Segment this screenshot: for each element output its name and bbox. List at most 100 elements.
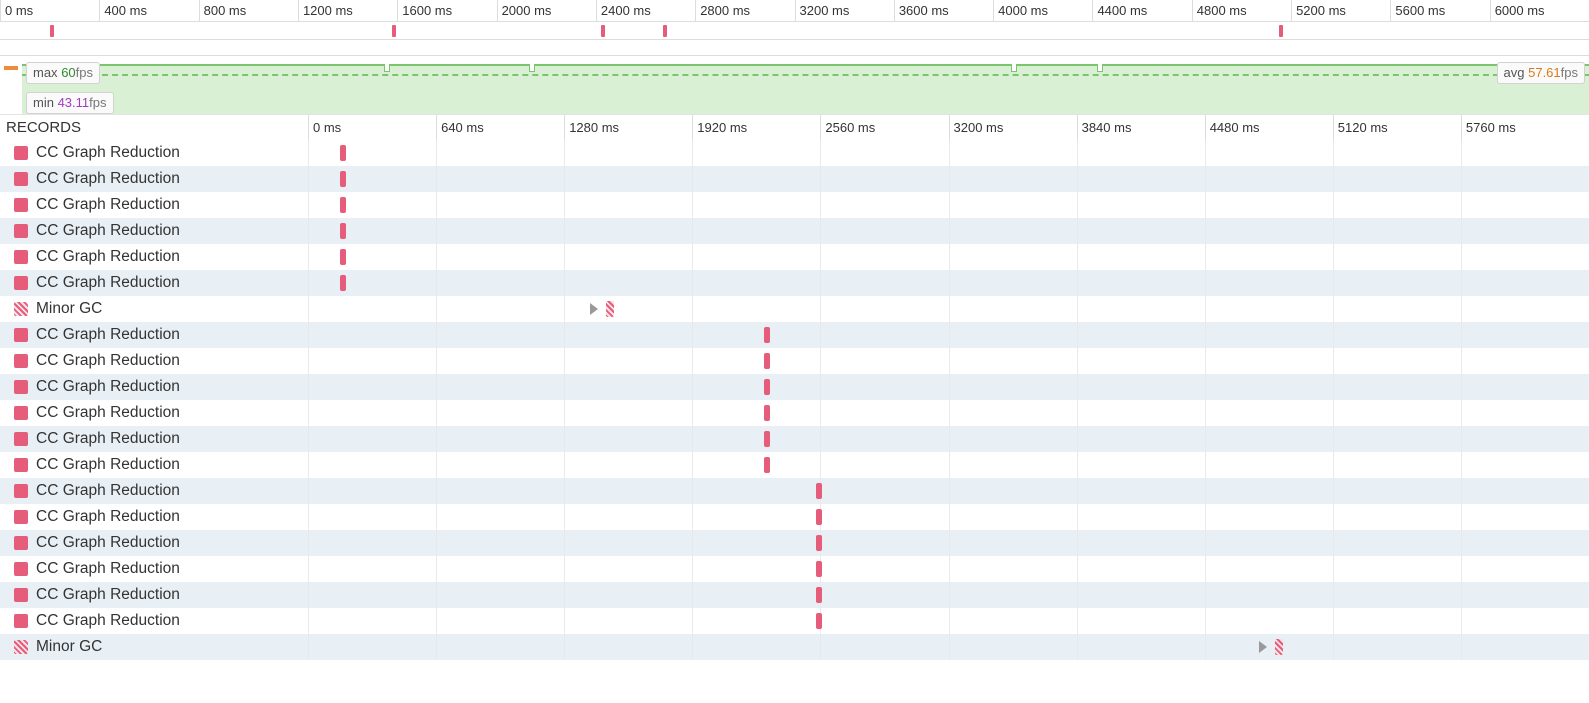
- waterfall-ruler-tick: 5760 ms: [1461, 115, 1516, 140]
- record-marker[interactable]: [340, 249, 346, 265]
- record-marker[interactable]: [816, 613, 822, 629]
- record-row[interactable]: CC Graph Reduction: [0, 218, 1589, 244]
- record-marker[interactable]: [764, 431, 770, 447]
- record-row[interactable]: CC Graph Reduction: [0, 322, 1589, 348]
- record-label: Minor GC: [36, 300, 102, 318]
- overview-ruler-tick: 1200 ms: [298, 0, 353, 21]
- waterfall-ruler[interactable]: 0 ms640 ms1280 ms1920 ms2560 ms3200 ms38…: [308, 115, 1589, 140]
- record-label: CC Graph Reduction: [36, 612, 180, 630]
- overview-ruler-tick: 2400 ms: [596, 0, 651, 21]
- record-timeline[interactable]: [308, 452, 1589, 478]
- record-row[interactable]: CC Graph Reduction: [0, 582, 1589, 608]
- record-label: CC Graph Reduction: [36, 144, 180, 162]
- record-marker[interactable]: [340, 223, 346, 239]
- record-row[interactable]: CC Graph Reduction: [0, 166, 1589, 192]
- record-row[interactable]: CC Graph Reduction: [0, 530, 1589, 556]
- record-marker[interactable]: [340, 197, 346, 213]
- record-label-cell: CC Graph Reduction: [0, 560, 308, 578]
- waterfall[interactable]: CC Graph ReductionCC Graph ReductionCC G…: [0, 140, 1589, 660]
- overview-marker-strip[interactable]: [0, 22, 1589, 40]
- record-row[interactable]: CC Graph Reduction: [0, 608, 1589, 634]
- overview-ruler-tick: 4400 ms: [1092, 0, 1147, 21]
- record-timeline[interactable]: [308, 140, 1589, 166]
- record-timeline[interactable]: [308, 530, 1589, 556]
- record-row[interactable]: CC Graph Reduction: [0, 426, 1589, 452]
- record-row[interactable]: Minor GC: [0, 296, 1589, 322]
- overview-ruler-tick: 0 ms: [0, 0, 33, 21]
- record-timeline[interactable]: [308, 478, 1589, 504]
- record-row[interactable]: CC Graph Reduction: [0, 374, 1589, 400]
- framerate-max-unit: fps: [76, 65, 93, 80]
- record-timeline[interactable]: [308, 322, 1589, 348]
- framerate-avg-badge: avg 57.61fps: [1497, 62, 1585, 84]
- record-timeline[interactable]: [308, 504, 1589, 530]
- record-row[interactable]: CC Graph Reduction: [0, 452, 1589, 478]
- overview-ruler-tick: 400 ms: [99, 0, 147, 21]
- overview-marker[interactable]: [601, 25, 605, 37]
- record-swatch-icon: [14, 380, 28, 394]
- record-timeline[interactable]: [308, 608, 1589, 634]
- record-marker[interactable]: [816, 561, 822, 577]
- record-timeline[interactable]: [308, 582, 1589, 608]
- waterfall-ruler-tick: 2560 ms: [820, 115, 875, 140]
- record-timeline[interactable]: [308, 166, 1589, 192]
- record-marker[interactable]: [816, 509, 822, 525]
- framerate-min-value: 43.11: [58, 95, 90, 110]
- record-marker[interactable]: [764, 379, 770, 395]
- expand-triangle-icon[interactable]: [590, 303, 598, 315]
- record-row[interactable]: CC Graph Reduction: [0, 348, 1589, 374]
- overview-ruler-tick: 6000 ms: [1490, 0, 1545, 21]
- record-marker[interactable]: [764, 405, 770, 421]
- overview-marker[interactable]: [1279, 25, 1283, 37]
- framerate-avg-line: [22, 74, 1589, 76]
- record-marker[interactable]: [606, 301, 614, 317]
- record-label: CC Graph Reduction: [36, 196, 180, 214]
- record-marker[interactable]: [340, 275, 346, 291]
- overview-marker[interactable]: [663, 25, 667, 37]
- record-row[interactable]: Minor GC: [0, 634, 1589, 660]
- record-marker[interactable]: [816, 483, 822, 499]
- record-timeline[interactable]: [308, 296, 1589, 322]
- record-row[interactable]: CC Graph Reduction: [0, 556, 1589, 582]
- record-row[interactable]: CC Graph Reduction: [0, 244, 1589, 270]
- record-label-cell: CC Graph Reduction: [0, 222, 308, 240]
- record-row[interactable]: CC Graph Reduction: [0, 140, 1589, 166]
- record-swatch-icon: [14, 172, 28, 186]
- record-marker[interactable]: [764, 457, 770, 473]
- framerate-chart[interactable]: max 60fps min 43.11fps avg 57.61fps: [0, 56, 1589, 114]
- record-timeline[interactable]: [308, 400, 1589, 426]
- record-marker[interactable]: [764, 327, 770, 343]
- record-swatch-icon: [14, 588, 28, 602]
- record-row[interactable]: CC Graph Reduction: [0, 504, 1589, 530]
- overview-ruler-tick: 3600 ms: [894, 0, 949, 21]
- record-timeline[interactable]: [308, 556, 1589, 582]
- record-marker[interactable]: [340, 145, 346, 161]
- record-timeline[interactable]: [308, 218, 1589, 244]
- record-timeline[interactable]: [308, 634, 1589, 660]
- record-row[interactable]: CC Graph Reduction: [0, 270, 1589, 296]
- record-label-cell: CC Graph Reduction: [0, 352, 308, 370]
- record-row[interactable]: CC Graph Reduction: [0, 400, 1589, 426]
- record-timeline[interactable]: [308, 192, 1589, 218]
- record-timeline[interactable]: [308, 270, 1589, 296]
- record-timeline[interactable]: [308, 244, 1589, 270]
- record-label-cell: Minor GC: [0, 300, 308, 318]
- record-marker[interactable]: [1275, 639, 1283, 655]
- record-row[interactable]: CC Graph Reduction: [0, 192, 1589, 218]
- record-marker[interactable]: [340, 171, 346, 187]
- record-marker[interactable]: [816, 535, 822, 551]
- record-marker[interactable]: [764, 353, 770, 369]
- framerate-min-unit: fps: [89, 95, 106, 110]
- overview-ruler-tick: 5600 ms: [1390, 0, 1445, 21]
- overview-marker[interactable]: [392, 25, 396, 37]
- record-timeline[interactable]: [308, 426, 1589, 452]
- record-timeline[interactable]: [308, 348, 1589, 374]
- overview-ruler-tick: 1600 ms: [397, 0, 452, 21]
- record-label: CC Graph Reduction: [36, 586, 180, 604]
- overview-marker[interactable]: [50, 25, 54, 37]
- expand-triangle-icon[interactable]: [1259, 641, 1267, 653]
- record-row[interactable]: CC Graph Reduction: [0, 478, 1589, 504]
- overview-ruler[interactable]: 0 ms400 ms800 ms1200 ms1600 ms2000 ms240…: [0, 0, 1589, 22]
- record-timeline[interactable]: [308, 374, 1589, 400]
- record-marker[interactable]: [816, 587, 822, 603]
